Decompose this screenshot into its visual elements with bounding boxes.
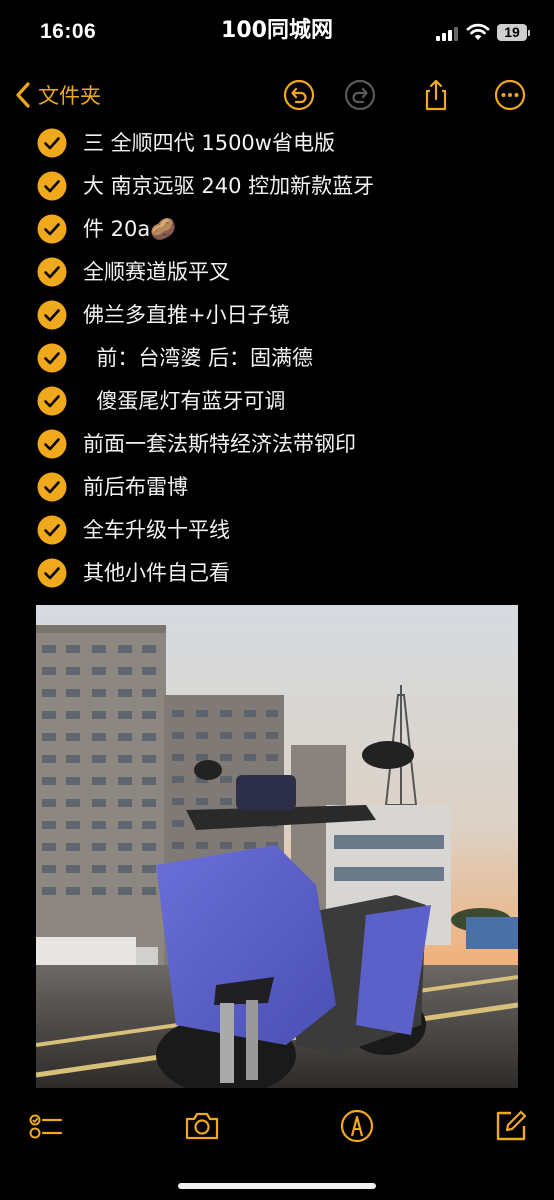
checklist-item: 前面一套法斯特经济法带钢印 [0,422,554,465]
checklist-item: 佛兰多直推+小日子镜 [0,293,554,336]
more-button[interactable] [493,78,527,112]
home-indicator[interactable] [178,1183,376,1189]
more-icon [494,79,526,111]
compose-button[interactable] [493,1108,529,1144]
checklist-item: 前后布雷博 [0,465,554,508]
wifi-icon [466,22,490,42]
nav-bar: 文件夹 [0,70,554,120]
checkbox-checked-icon[interactable] [37,171,67,201]
checklist-item: 其他小件自己看 [0,551,554,594]
undo-icon [283,79,315,111]
checkbox-checked-icon[interactable] [37,558,67,588]
checklist-item-text[interactable]: 大 南京远驱 240 控加新款蓝牙 [83,172,374,200]
checklist-item: 大 南京远驱 240 控加新款蓝牙 [0,164,554,207]
back-button[interactable]: 文件夹 [14,78,101,112]
checklist-icon [29,1114,63,1139]
checklist-item: 件 20a🥔 [0,207,554,250]
checkbox-checked-icon[interactable] [37,429,67,459]
checklist-button[interactable] [28,1108,64,1144]
checklist-item-text[interactable]: 其他小件自己看 [83,559,230,587]
camera-icon [185,1112,219,1140]
checkbox-checked-icon[interactable] [37,386,67,416]
checklist-item-text[interactable]: 件 20a🥔 [83,215,176,243]
checklist-item-text[interactable]: 傻蛋尾灯有蓝牙可调 [83,387,285,415]
checklist-item-text[interactable]: 三 全顺四代 1500w省电版 [83,129,335,157]
undo-button[interactable] [282,78,316,112]
markup-button[interactable] [339,1108,375,1144]
checkbox-checked-icon[interactable] [37,128,67,158]
checkbox-checked-icon[interactable] [37,472,67,502]
redo-button[interactable] [343,78,377,112]
checkbox-checked-icon[interactable] [37,343,67,373]
checklist: 三 全顺四代 1500w省电版大 南京远驱 240 控加新款蓝牙件 20a🥔 全顺… [0,121,554,594]
checklist-item: 三 全顺四代 1500w省电版 [0,121,554,164]
chevron-left-icon [16,82,30,108]
checklist-item: 傻蛋尾灯有蓝牙可调 [0,379,554,422]
camera-button[interactable] [184,1108,220,1144]
cellular-signal-icon [436,27,458,41]
battery-level: 19 [497,24,527,41]
checklist-item-text[interactable]: 全车升级十平线 [83,516,230,544]
markup-pen-icon [340,1109,374,1143]
back-label: 文件夹 [38,84,101,108]
share-icon [425,79,447,111]
checklist-item: 前：台湾婆 后：固满德 [0,336,554,379]
checkbox-checked-icon[interactable] [37,257,67,287]
checkbox-checked-icon[interactable] [37,515,67,545]
checklist-item-text[interactable]: 前后布雷博 [83,473,188,501]
status-bar: 16:06 100同城网 19 [0,0,554,60]
checklist-item-text[interactable]: 前面一套法斯特经济法带钢印 [83,430,356,458]
redo-icon [344,79,376,111]
checklist-item: 全车升级十平线 [0,508,554,551]
checkbox-checked-icon[interactable] [37,214,67,244]
checklist-item: 全顺赛道版平叉 [0,250,554,293]
checklist-item-text[interactable]: 佛兰多直推+小日子镜 [83,301,290,329]
battery-icon [528,30,530,36]
checklist-item-text[interactable]: 前：台湾婆 后：固满德 [83,344,313,372]
checkbox-checked-icon[interactable] [37,300,67,330]
share-button[interactable] [419,78,453,112]
scooter-photo[interactable] [36,605,518,1088]
checklist-item-text[interactable]: 全顺赛道版平叉 [83,258,230,286]
compose-icon [496,1110,527,1141]
bottom-toolbar [0,1100,554,1160]
